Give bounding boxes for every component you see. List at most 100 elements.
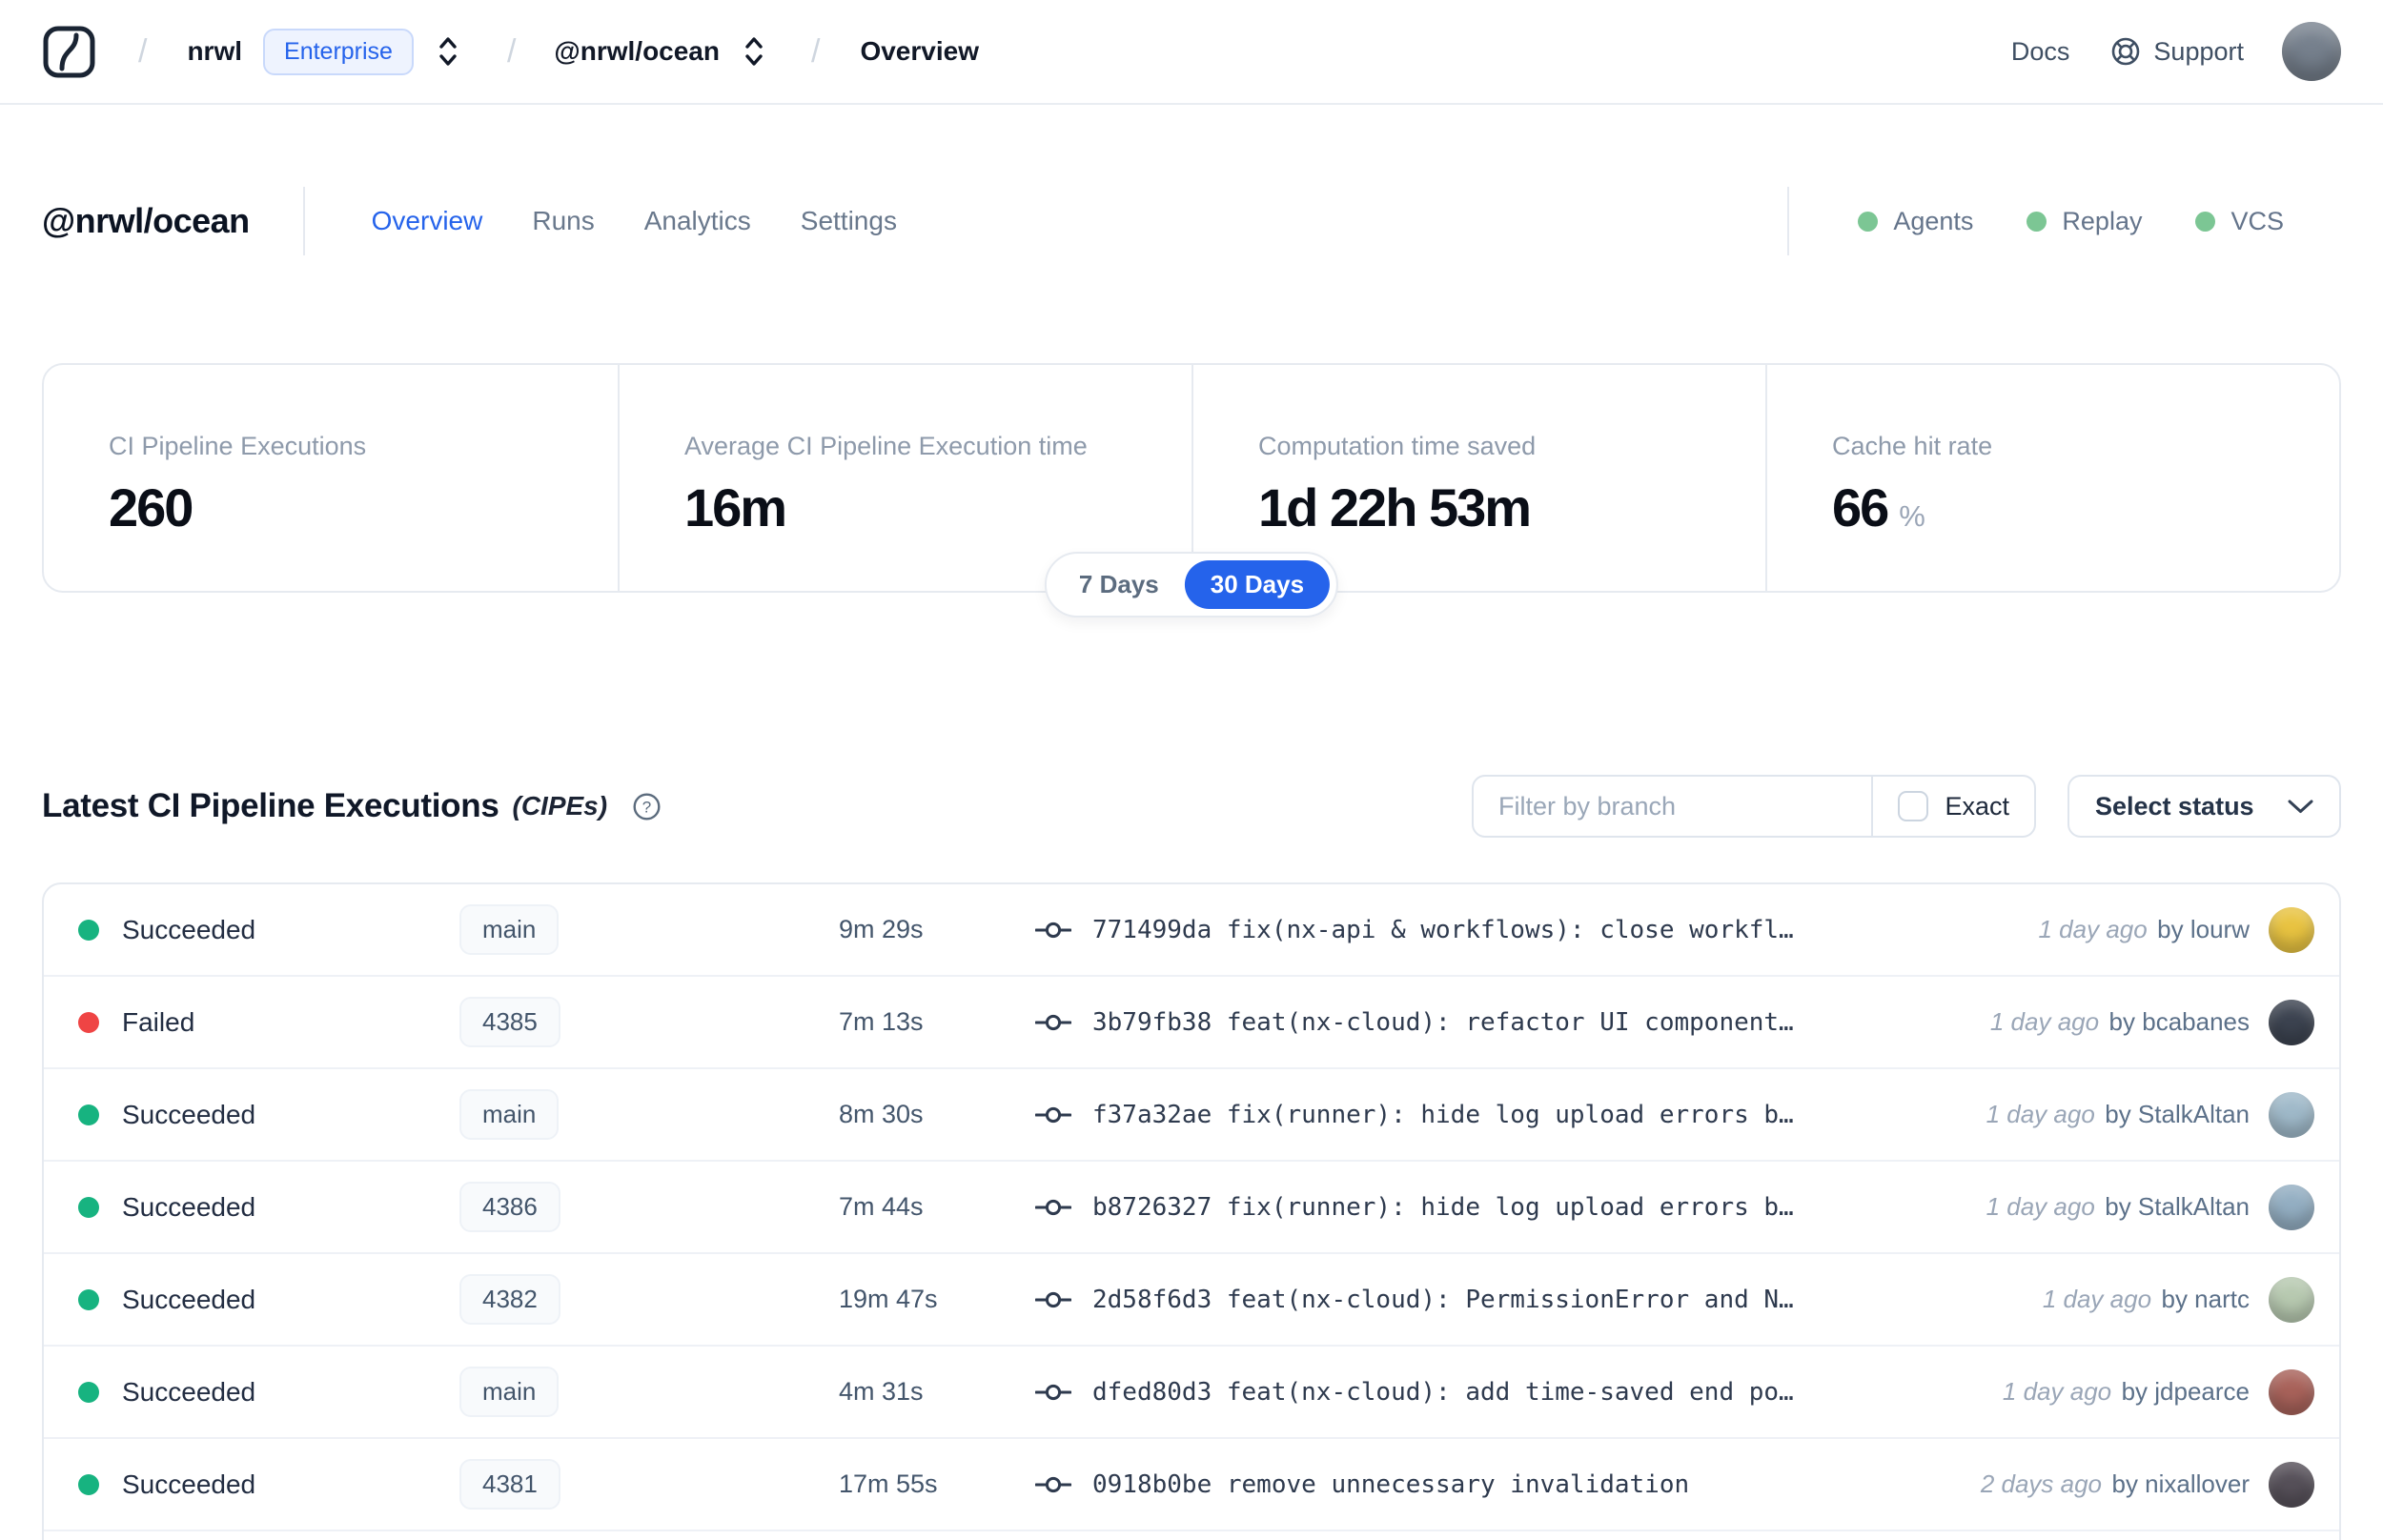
divider — [1787, 187, 1790, 255]
avatar[interactable] — [2269, 999, 2314, 1045]
green-dot-icon — [2195, 211, 2216, 232]
status-dot-icon — [78, 1011, 99, 1033]
tab-runs[interactable]: Runs — [532, 206, 594, 236]
branch-badge[interactable]: main — [459, 904, 560, 955]
avatar[interactable] — [2269, 1091, 2314, 1138]
support-link[interactable]: Support — [2109, 35, 2244, 68]
commit-cell: dfed80d3 feat(nx-cloud): add time-saved … — [1035, 1378, 1974, 1407]
stat-label: Computation time saved — [1258, 432, 1537, 460]
indicator-vcs[interactable]: VCS — [2195, 207, 2284, 236]
breadcrumb-org[interactable]: nrwl — [187, 36, 242, 67]
meta-cell: 1 day ago by StalkAltan — [1986, 1091, 2314, 1138]
status-dot-icon — [78, 919, 99, 941]
feature-indicators: Agents Replay VCS — [1787, 187, 2341, 255]
commit-icon — [1035, 1384, 1071, 1400]
stat-value: 1d 22h 53m — [1258, 477, 1532, 537]
exact-filter: Exact — [1873, 777, 2034, 836]
table-row[interactable]: Succeeded 4381 17m 55s 0918b0be remove u… — [44, 1439, 2339, 1531]
cipe-filters: Exact Select status — [1472, 775, 2341, 838]
tab-settings[interactable]: Settings — [801, 206, 897, 236]
avatar[interactable] — [2269, 1276, 2314, 1323]
table-row[interactable]: Succeeded 4382 19m 47s 2d58f6d3 feat(nx-… — [44, 1254, 2339, 1347]
status-select-dropdown[interactable]: Select status — [2067, 775, 2341, 838]
exact-label: Exact — [1945, 791, 2009, 821]
status-label: Succeeded — [122, 914, 256, 944]
breadcrumb-workspace[interactable]: @nrwl/ocean — [554, 36, 720, 67]
table-row[interactable]: Succeeded main 9m 29s 771499da fix(nx-ap… — [44, 884, 2339, 977]
workspace-switcher-chevrons-icon[interactable] — [743, 33, 765, 70]
branch-badge[interactable]: 4381 — [459, 1459, 560, 1510]
commit-icon — [1035, 1106, 1071, 1123]
help-icon[interactable]: ? — [632, 792, 662, 821]
commit-icon — [1035, 1199, 1071, 1215]
lifebuoy-icon — [2112, 37, 2140, 66]
indicator-agents[interactable]: Agents — [1858, 207, 1973, 236]
branch-badge[interactable]: main — [459, 1367, 560, 1417]
avatar[interactable] — [2269, 1184, 2314, 1230]
avatar[interactable] — [2269, 906, 2314, 953]
status-dot-icon — [78, 1104, 99, 1125]
meta-cell: 1 day ago by jdpearce — [2002, 1368, 2314, 1415]
commit-message[interactable]: 3b79fb38 feat(nx-cloud): refactor UI com… — [1092, 1008, 1794, 1037]
commit-message[interactable]: 2d58f6d3 feat(nx-cloud): PermissionError… — [1092, 1286, 1794, 1314]
meta-cell: 2 days ago by nixallover — [1981, 1461, 2314, 1508]
branch-filter-input[interactable] — [1474, 777, 1872, 836]
status-cell: Succeeded — [78, 1285, 459, 1315]
tab-overview[interactable]: Overview — [372, 206, 483, 236]
table-row[interactable]: Succeeded main 4m 31s dfed80d3 feat(nx-c… — [44, 1347, 2339, 1439]
status-label: Succeeded — [122, 1191, 256, 1222]
range-option-30-days[interactable]: 30 Days — [1184, 560, 1331, 609]
commit-message[interactable]: f37a32ae fix(runner): hide log upload er… — [1092, 1101, 1794, 1129]
author: by nartc — [2161, 1285, 2251, 1313]
divider — [302, 187, 305, 255]
time-ago: 1 day ago — [2038, 915, 2148, 943]
nx-cloud-logo-icon[interactable] — [42, 25, 96, 79]
commit-message[interactable]: 0918b0be remove unnecessary invalidation — [1092, 1470, 1689, 1499]
duration: 7m 13s — [839, 1007, 924, 1036]
user-avatar[interactable] — [2282, 22, 2341, 81]
table-row[interactable]: Succeeded 4386 7m 44s b8726327 fix(runne… — [44, 1162, 2339, 1254]
commit-cell: 771499da fix(nx-api & workflows): close … — [1035, 916, 2010, 944]
commit-message[interactable]: 771499da fix(nx-api & workflows): close … — [1092, 916, 1794, 944]
indicator-replay[interactable]: Replay — [2027, 207, 2142, 236]
branch-cell: 4382 — [459, 1274, 839, 1325]
range-option-7-days[interactable]: 7 Days — [1053, 560, 1185, 609]
breadcrumb-separator: / — [138, 32, 148, 70]
duration: 8m 30s — [839, 1100, 924, 1128]
branch-badge[interactable]: 4386 — [459, 1182, 560, 1232]
table-row[interactable]: Succeeded main 8m 30s f37a32ae fix(runne… — [44, 1069, 2339, 1162]
avatar[interactable] — [2269, 1461, 2314, 1508]
branch-cell: 4385 — [459, 997, 839, 1047]
branch-cell: main — [459, 1367, 839, 1417]
avatar[interactable] — [2269, 1368, 2314, 1415]
time-ago: 1 day ago — [1986, 1192, 2095, 1221]
status-dot-icon — [78, 1381, 99, 1403]
branch-badge[interactable]: 4382 — [459, 1274, 560, 1325]
indicator-label: VCS — [2230, 206, 2284, 235]
author: by bcabanes — [2108, 1007, 2250, 1036]
enterprise-badge: Enterprise — [263, 28, 414, 75]
table-row[interactable]: Failed 4385 7m 13s 3b79fb38 feat(nx-clou… — [44, 977, 2339, 1069]
status-cell: Succeeded — [78, 1377, 459, 1408]
tab-analytics[interactable]: Analytics — [644, 206, 751, 236]
top-nav: / nrwl Enterprise / @nrwl/ocean / Overvi… — [0, 0, 2383, 105]
time-ago: 1 day ago — [1989, 1007, 2100, 1036]
duration: 17m 55s — [839, 1469, 938, 1498]
stat-label: Cache hit rate — [1832, 432, 1993, 460]
org-switcher-chevrons-icon[interactable] — [437, 33, 459, 70]
docs-link[interactable]: Docs — [2011, 37, 2070, 67]
status-label: Succeeded — [122, 1376, 256, 1407]
commit-message[interactable]: b8726327 fix(runner): hide log upload er… — [1092, 1193, 1794, 1222]
time-ago: 1 day ago — [2002, 1377, 2112, 1406]
status-dot-icon — [78, 1196, 99, 1218]
branch-badge[interactable]: 4385 — [459, 997, 560, 1047]
branch-badge[interactable]: main — [459, 1089, 560, 1140]
commit-icon — [1035, 1291, 1071, 1307]
commit-icon — [1035, 1476, 1071, 1492]
commit-message[interactable]: dfed80d3 feat(nx-cloud): add time-saved … — [1092, 1378, 1794, 1407]
exact-checkbox[interactable] — [1898, 791, 1929, 821]
breadcrumb-page[interactable]: Overview — [860, 36, 979, 67]
status-dot-icon — [78, 1288, 99, 1310]
status-cell: Succeeded — [78, 1469, 459, 1500]
support-label: Support — [2153, 36, 2244, 66]
